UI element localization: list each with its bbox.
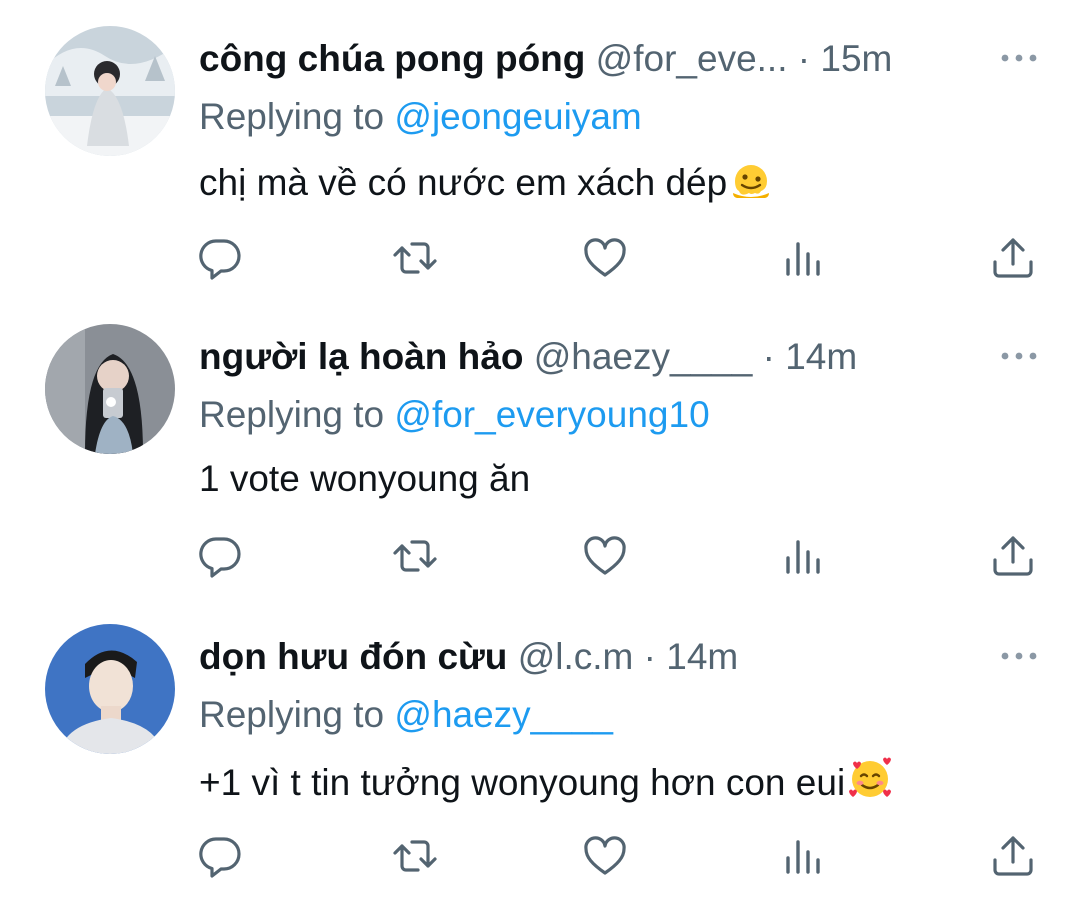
more-options-icon[interactable] xyxy=(999,638,1039,674)
retweet-icon[interactable] xyxy=(392,236,438,280)
tweet-header: người lạ hoàn hảo @haezy____ · 14m xyxy=(199,334,857,380)
replying-to: Replying to @haezy____ xyxy=(199,692,613,738)
tweet-header: công chúa pong póng @for_eve... · 15m xyxy=(199,36,892,82)
username[interactable]: @for_eve... xyxy=(596,38,788,79)
replying-to-label: Replying to xyxy=(199,394,385,435)
like-icon[interactable] xyxy=(582,236,628,280)
username[interactable]: @haezy____ xyxy=(534,336,753,377)
tweet-actions xyxy=(0,236,1080,280)
timestamp[interactable]: 15m xyxy=(820,38,892,79)
tweet-text-content: chị mà về có nước em xách dép xyxy=(199,162,728,203)
views-icon[interactable] xyxy=(780,236,826,280)
replying-to: Replying to @for_everyoung10 xyxy=(199,392,710,438)
separator: · xyxy=(643,636,656,677)
melting-face-emoji xyxy=(729,157,773,213)
smiling-face-with-hearts-emoji xyxy=(847,755,893,813)
tweet[interactable]: dọn hưu đón cừu @l.c.m · 14m Replying to… xyxy=(0,598,1080,914)
display-name[interactable]: công chúa pong póng xyxy=(199,38,585,79)
tweet[interactable]: công chúa pong póng @for_eve... · 15m Re… xyxy=(0,0,1080,300)
separator: · xyxy=(797,38,811,79)
reply-icon[interactable] xyxy=(197,236,243,280)
views-icon[interactable] xyxy=(780,834,826,878)
share-icon[interactable] xyxy=(990,534,1036,578)
display-name[interactable]: người lạ hoàn hảo xyxy=(199,336,523,377)
tweet-actions xyxy=(0,834,1080,878)
timestamp[interactable]: 14m xyxy=(785,336,857,377)
replying-to: Replying to @jeongeuiyam xyxy=(199,94,642,140)
avatar[interactable] xyxy=(45,26,175,156)
like-icon[interactable] xyxy=(582,534,628,578)
avatar[interactable] xyxy=(45,624,175,754)
tweet-text: chị mà về có nước em xách dép xyxy=(199,157,773,213)
tweet[interactable]: người lạ hoàn hảo @haezy____ · 14m Reply… xyxy=(0,298,1080,598)
views-icon[interactable] xyxy=(780,534,826,578)
replying-to-label: Replying to xyxy=(199,694,385,735)
timestamp[interactable]: 14m xyxy=(666,636,738,677)
share-icon[interactable] xyxy=(990,834,1036,878)
mention-link[interactable]: @for_everyoung10 xyxy=(394,394,709,435)
tweet-text: 1 vote wonyoung ăn xyxy=(199,455,530,503)
more-options-icon[interactable] xyxy=(999,338,1039,374)
avatar[interactable] xyxy=(45,324,175,454)
mention-link[interactable]: @jeongeuiyam xyxy=(394,96,641,137)
reply-icon[interactable] xyxy=(197,534,243,578)
retweet-icon[interactable] xyxy=(392,534,438,578)
tweet-text-content: +1 vì t tin tưởng wonyoung hơn con eui xyxy=(199,762,846,803)
tweet-text: +1 vì t tin tưởng wonyoung hơn con eui xyxy=(199,755,893,813)
like-icon[interactable] xyxy=(582,834,628,878)
retweet-icon[interactable] xyxy=(392,834,438,878)
more-options-icon[interactable] xyxy=(999,40,1039,76)
replying-to-label: Replying to xyxy=(199,96,385,137)
tweet-actions xyxy=(0,534,1080,578)
reply-icon[interactable] xyxy=(197,834,243,878)
tweet-text-content: 1 vote wonyoung ăn xyxy=(199,458,531,499)
mention-link[interactable]: @haezy____ xyxy=(394,694,613,735)
username[interactable]: @l.c.m xyxy=(518,636,634,677)
display-name[interactable]: dọn hưu đón cừu xyxy=(199,636,507,677)
separator: · xyxy=(762,336,775,377)
share-icon[interactable] xyxy=(990,236,1036,280)
tweet-header: dọn hưu đón cừu @l.c.m · 14m xyxy=(199,634,738,680)
